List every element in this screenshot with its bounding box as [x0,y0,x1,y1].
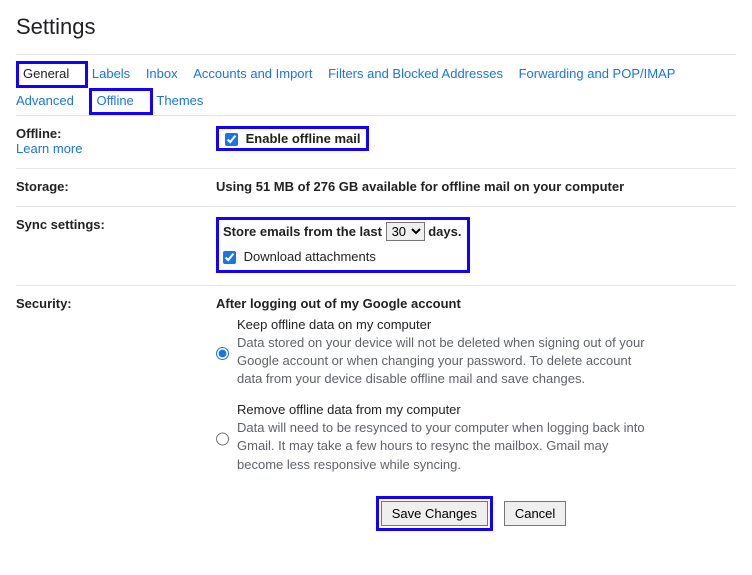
offline-label: Offline: [16,126,62,141]
remove-data-title: Remove offline data from my computer [237,402,657,417]
security-heading: After logging out of my Google account [216,296,736,311]
tab-inbox[interactable]: Inbox [146,62,178,87]
tab-forwarding[interactable]: Forwarding and POP/IMAP [519,62,676,87]
tab-filters[interactable]: Filters and Blocked Addresses [328,62,503,87]
storage-label: Storage: [16,179,216,194]
section-storage: Storage: Using 51 MB of 276 GB available… [16,168,736,206]
section-offline: Offline: Learn more Enable offline mail [16,115,736,168]
page-title: Settings [16,14,736,40]
remove-data-radio[interactable] [216,404,229,474]
cancel-button[interactable]: Cancel [504,501,566,526]
section-sync: Sync settings: Store emails from the las… [16,206,736,285]
enable-offline-label: Enable offline mail [246,131,361,146]
settings-tabs: General Labels Inbox Accounts and Import… [16,54,736,115]
download-attachments-checkbox[interactable] [223,251,236,264]
keep-data-radio[interactable] [216,319,229,389]
storage-text: Using 51 MB of 276 GB available for offl… [216,179,736,194]
tab-themes[interactable]: Themes [156,89,203,114]
security-label: Security: [16,296,216,474]
section-security: Security: After logging out of my Google… [16,285,736,486]
store-suffix: days. [428,224,461,239]
tab-accounts[interactable]: Accounts and Import [193,62,312,87]
button-row: Save Changes Cancel [206,496,736,531]
store-prefix: Store emails from the last [223,224,382,239]
tab-labels[interactable]: Labels [92,62,130,87]
keep-data-desc: Data stored on your device will not be d… [237,334,657,389]
sync-days-select[interactable]: 30 [386,222,425,241]
remove-data-desc: Data will need to be resynced to your co… [237,419,657,474]
tab-offline[interactable]: Offline [96,91,133,112]
enable-offline-checkbox[interactable] [225,133,238,146]
save-button[interactable]: Save Changes [381,501,488,526]
tab-general[interactable]: General [23,64,69,85]
download-attachments-label: Download attachments [244,249,376,264]
keep-data-title: Keep offline data on my computer [237,317,657,332]
learn-more-link[interactable]: Learn more [16,141,82,156]
sync-label: Sync settings: [16,217,216,273]
tab-advanced[interactable]: Advanced [16,89,74,114]
